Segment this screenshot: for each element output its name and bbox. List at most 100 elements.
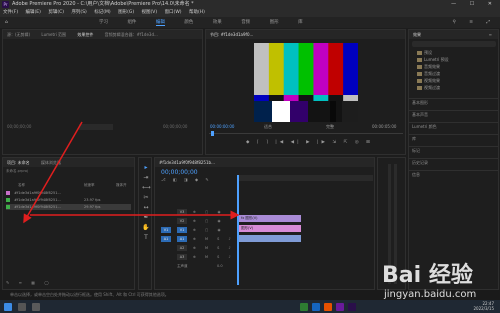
workspace-tab-audio[interactable]: 音频 [241, 20, 250, 25]
type-tool-icon[interactable]: T [142, 234, 150, 242]
col-media[interactable]: 媒体开 [116, 182, 127, 188]
taskbar-app-icon[interactable] [300, 303, 308, 311]
tab-sequence[interactable]: #f1de3d1a9f0f948f8251b... [159, 160, 215, 165]
time-ruler[interactable] [237, 175, 373, 181]
menu-graphics[interactable]: 图形(G) [118, 10, 134, 15]
window-controls[interactable]: — ☐ ✕ [451, 0, 498, 9]
ripple-edit-tool-icon[interactable]: ⟷ [142, 184, 151, 192]
color-bar-bottom [308, 101, 331, 122]
taskbar-app-icon[interactable] [324, 303, 332, 311]
taskbar-app-icon[interactable] [312, 303, 320, 311]
workspace-right-icons[interactable]: ⚲ ≡ ⤢ [452, 17, 496, 28]
effects-menu-icon[interactable]: ≡ [489, 30, 492, 39]
clip-graphic-v1[interactable]: 图形(V) [239, 225, 301, 232]
col-fps[interactable]: 帧速率 [84, 182, 95, 188]
effects-item-audio-effects[interactable]: 音频效果 [417, 64, 440, 70]
project-footer-icons[interactable]: ✎ ≡ ▦ ◯ [6, 280, 53, 285]
col-name[interactable]: 名称 [18, 183, 25, 187]
project-item-selected[interactable]: #f1de3d1a9f0f948f8251... 29.97 fps [6, 204, 131, 210]
status-text: 单击以选择，或单击空白处并拖动以进行框选。使用 Shift、Alt 和 Ctrl… [10, 292, 169, 297]
panel-essential-sound[interactable]: 基本声音 [412, 112, 428, 118]
color-bar-mid [328, 95, 344, 101]
effects-item-audio-transitions[interactable]: 音频过渡 [417, 71, 440, 77]
workspace-tab-color[interactable]: 颜色 [184, 20, 193, 25]
workspace-tab-libraries[interactable]: 库 [298, 20, 303, 25]
color-bar-bottom [290, 101, 309, 122]
menu-sequence[interactable]: 序列(S) [71, 10, 86, 15]
timeline-timecode[interactable]: 00;00;00;00 [161, 169, 198, 176]
task-view-icon[interactable] [32, 303, 40, 311]
track-target-v2[interactable]: V2 [177, 218, 187, 224]
zoom-fit-select[interactable]: 适合 [264, 124, 272, 130]
track-target-v3[interactable]: V3 [177, 209, 187, 215]
track-v2-icons[interactable]: ⊕ ▢ ◉ [193, 217, 225, 225]
project-item[interactable]: #f1de3d1a9f0f948f8251... 23.97 fps [6, 197, 131, 203]
track-target-v1[interactable]: V1 [177, 227, 187, 233]
tab-program[interactable]: 节目: #f1de3d1a9f0... [210, 32, 253, 37]
search-icon[interactable] [18, 303, 26, 311]
tab-effects[interactable]: 效果 [413, 32, 421, 37]
source-scrub-area[interactable] [79, 124, 113, 130]
tab-effect-controls[interactable]: 效果控件 [77, 32, 93, 37]
track-select-tool-icon[interactable]: ⇥ [142, 174, 150, 182]
menu-marker[interactable]: 标记(M) [94, 10, 110, 15]
tab-source[interactable]: 源：(无剪辑) [7, 32, 30, 37]
menu-clip[interactable]: 剪辑(C) [48, 10, 64, 15]
workspace-tab-assembly[interactable]: 组件 [127, 20, 136, 25]
tab-project[interactable]: 项目: 未命名 [7, 160, 30, 165]
taskbar-app-icon[interactable] [336, 303, 344, 311]
track-target-a3[interactable]: A3 [177, 254, 187, 260]
track-a3-icons[interactable]: ⊕ M S ♪ [193, 253, 235, 261]
track-a2-icons[interactable]: ⊕ M S ♪ [193, 244, 235, 252]
tab-lumetri-scopes[interactable]: Lumetri 范围 [41, 32, 66, 37]
track-v1-icons[interactable]: ⊕ ▢ ◉ [193, 226, 225, 234]
panel-markers[interactable]: 标记 [412, 148, 420, 154]
track-target-a2[interactable]: A2 [177, 245, 187, 251]
track-v3-icons[interactable]: ⊕ ▢ ◉ [193, 208, 225, 216]
playhead-marker[interactable] [211, 131, 214, 136]
program-timeruler[interactable] [209, 133, 403, 134]
color-bar-mid [313, 95, 329, 101]
clip-audio-a1[interactable] [239, 235, 301, 242]
transport-controls[interactable]: ◆ ⌈ ⌉ |◀ ◀| ▶ |▶ ⇲ ⇱ ◎ ⊞ [246, 140, 373, 145]
slip-tool-icon[interactable]: ↔ [142, 204, 150, 212]
menu-window[interactable]: 窗口(W) [165, 10, 182, 15]
menu-file[interactable]: 文件(F) [3, 10, 18, 15]
track-a1-icons[interactable]: ⊕ M S ♪ [193, 235, 235, 243]
workspace-tab-graphics[interactable]: 图形 [270, 20, 279, 25]
menu-view[interactable]: 视图(V) [142, 10, 158, 15]
effects-item-presets[interactable]: 预设 [417, 50, 432, 56]
premiere-taskbar-icon[interactable] [348, 303, 356, 311]
pen-tool-icon[interactable]: ✒ [142, 214, 150, 222]
hand-tool-icon[interactable]: ✋ [142, 224, 150, 232]
clip-graphic-v2[interactable]: fx 图形(V) [239, 215, 301, 222]
workspace-tab-effects[interactable]: 效果 [213, 20, 222, 25]
workspace-tab-learn[interactable]: 学习 [99, 20, 108, 25]
tab-media-browser[interactable]: 媒体浏览器 [41, 160, 61, 165]
razor-tool-icon[interactable]: ✂ [142, 194, 150, 202]
track-source-a1[interactable]: A1 [161, 236, 171, 242]
panel-libraries[interactable]: 库 [412, 136, 416, 142]
panel-history[interactable]: 历史记录 [412, 160, 428, 166]
master-value[interactable]: 0.0 [217, 262, 223, 270]
menu-help[interactable]: 帮助(H) [189, 10, 205, 15]
track-target-a1[interactable]: A1 [177, 236, 187, 242]
home-icon[interactable]: ⌂ [5, 17, 8, 28]
project-item[interactable]: #f1de3d1a9f0f948f8251... [6, 190, 131, 196]
effects-search-input[interactable] [412, 41, 496, 47]
start-icon[interactable] [4, 303, 12, 311]
workspace-tab-editing[interactable]: 编辑 [155, 20, 165, 26]
panel-lumetri-color[interactable]: Lumetri 颜色 [412, 124, 437, 130]
timeline-tool-icons[interactable]: ⎇ ◧ ◨ ◆ ✎ [161, 177, 212, 182]
panel-info[interactable]: 信息 [412, 172, 420, 178]
effects-item-video-transitions[interactable]: 视频过渡 [417, 85, 440, 91]
panel-essential-graphics[interactable]: 基本图形 [412, 100, 428, 106]
tab-audio-clip-mixer[interactable]: 音频剪辑混合器：#f1de3d... [105, 32, 158, 37]
selection-tool-icon[interactable]: ▸ [142, 164, 150, 172]
menu-edit[interactable]: 编辑(E) [26, 10, 41, 15]
baidu-watermark: Bai 经验 jingyan.baidu.com [378, 255, 498, 307]
effects-item-video-effects[interactable]: 视频效果 [417, 78, 440, 84]
playback-quality-select[interactable]: 完整 [326, 124, 334, 130]
effects-item-lumetri-presets[interactable]: Lumetri 预设 [417, 57, 449, 63]
track-source-v1[interactable]: V1 [161, 227, 171, 233]
